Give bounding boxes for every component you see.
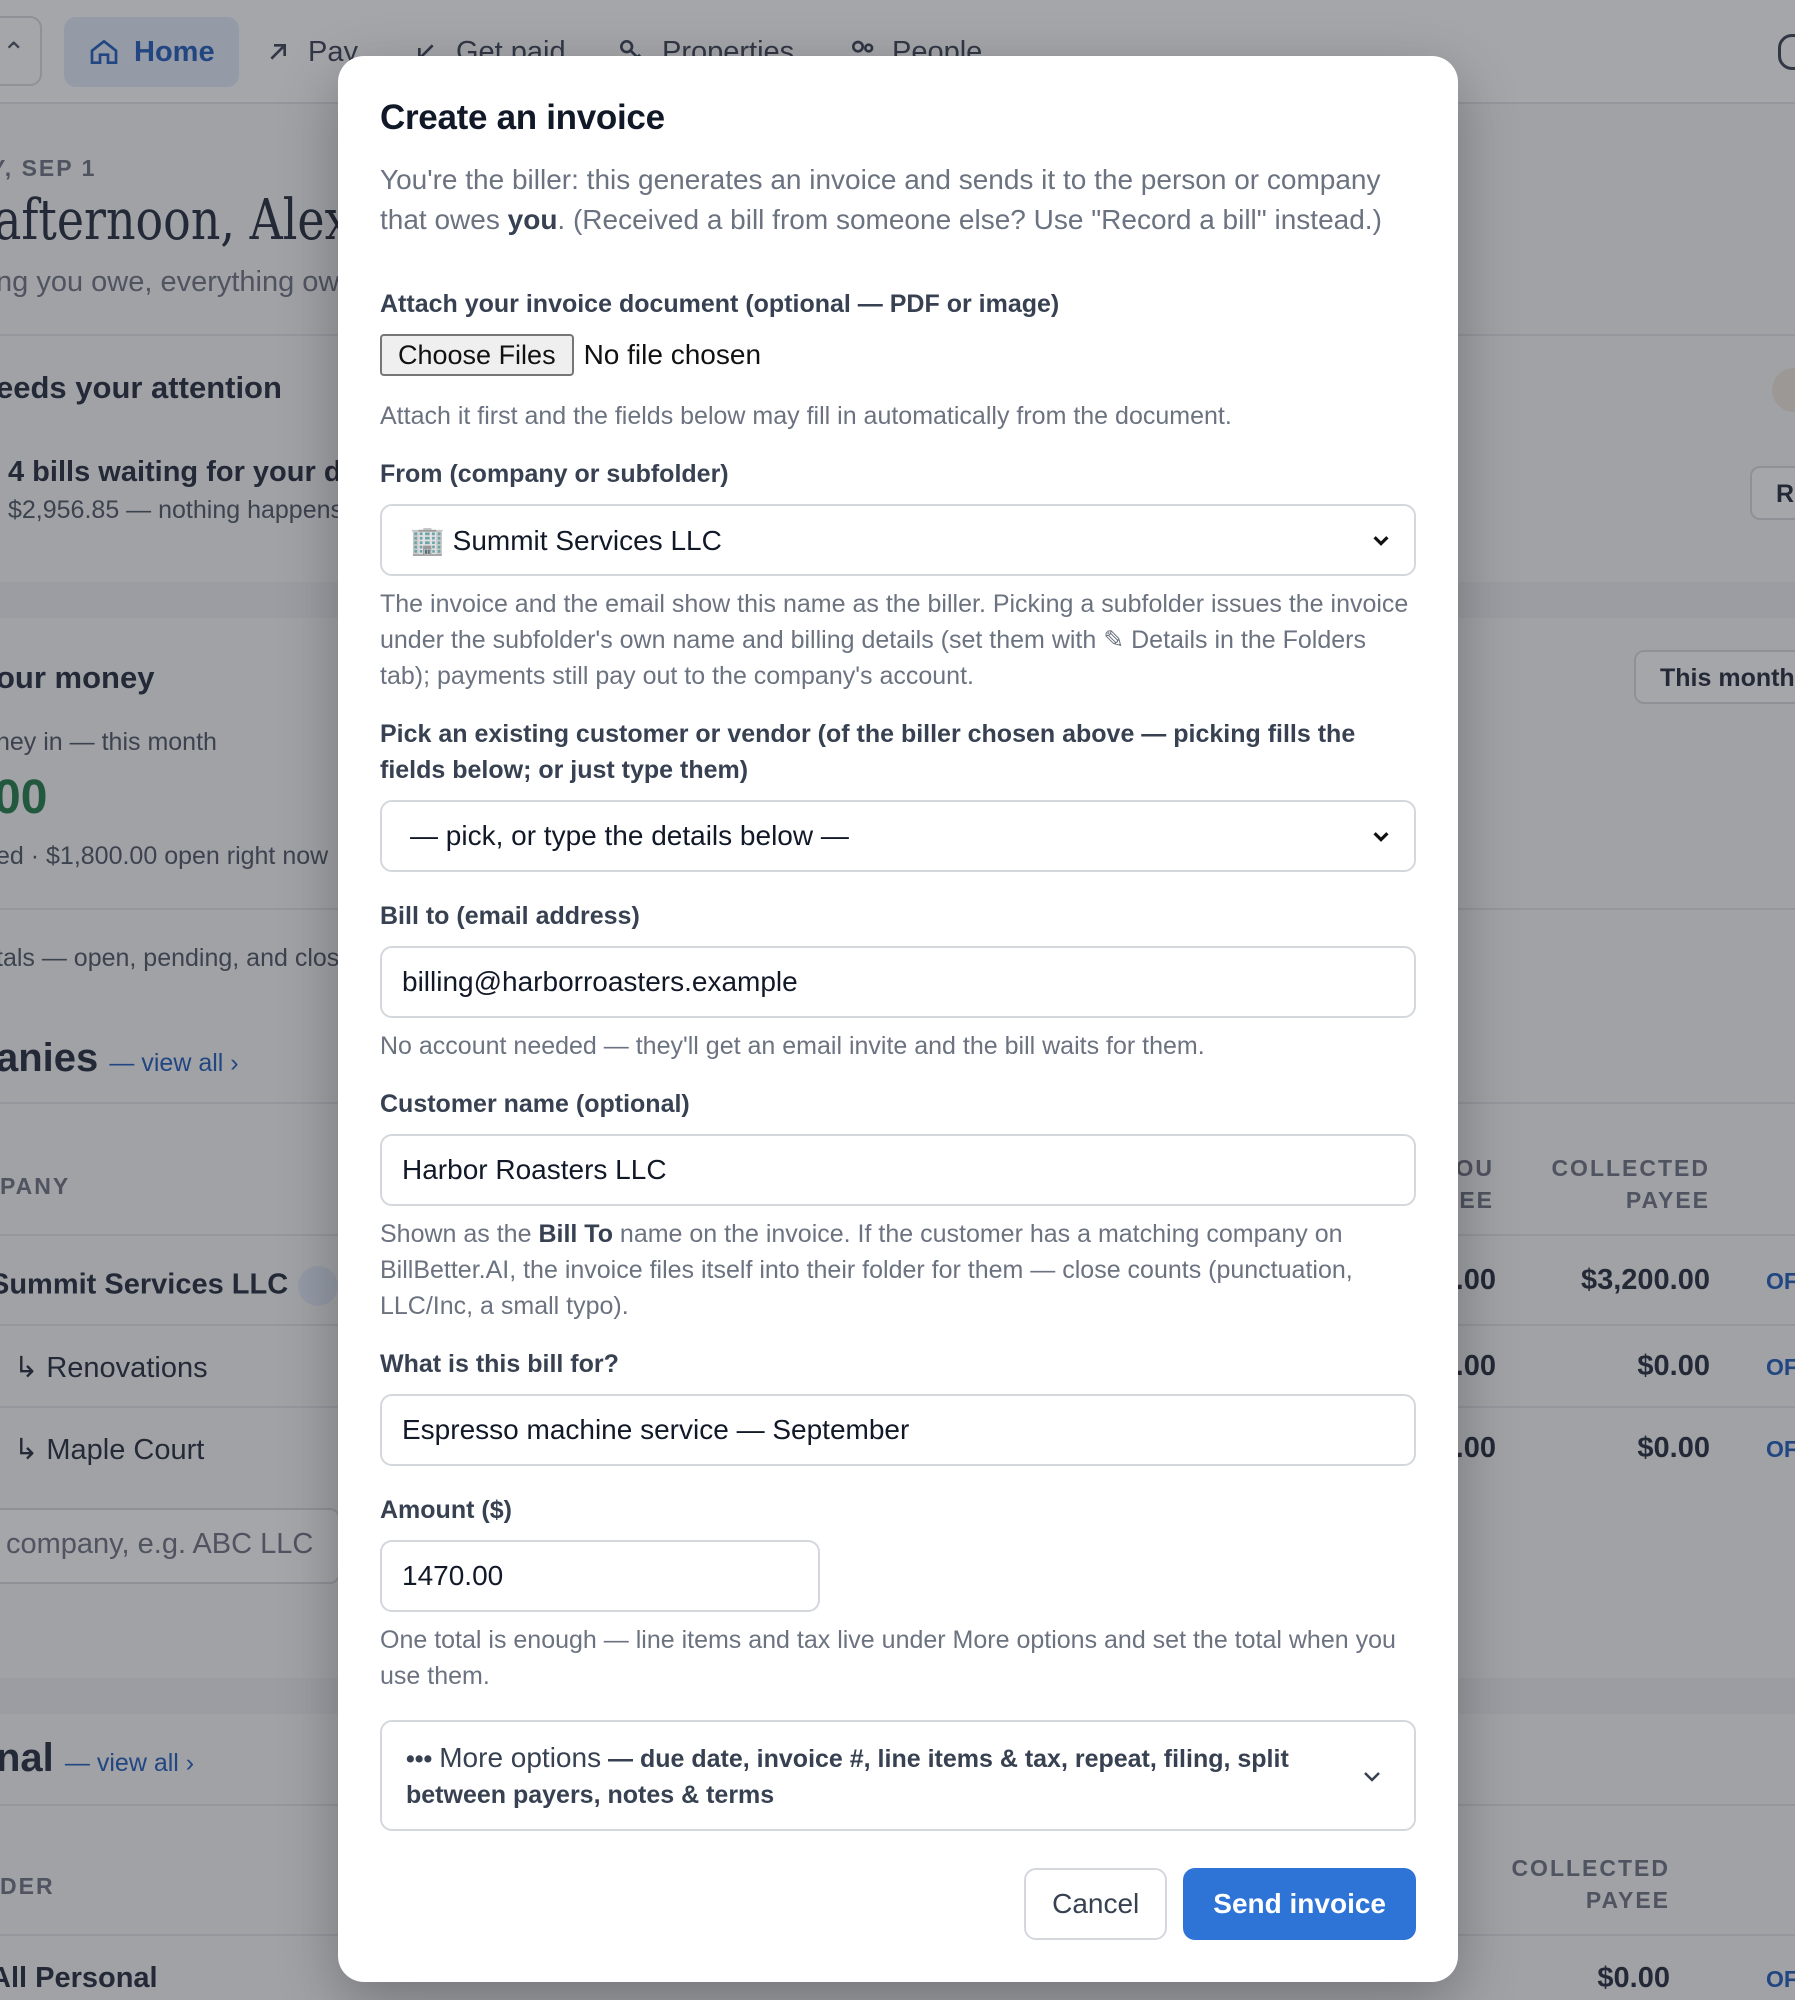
file-input[interactable]: Choose Files No file chosen [380,334,1416,376]
chevron-down-icon [1364,1772,1380,1782]
cancel-button[interactable]: Cancel [1024,1868,1168,1940]
from-label: From (company or subfolder) [380,460,729,488]
more-options-title: More options [439,1742,602,1773]
amount-label: Amount ($) [380,1496,512,1524]
from-select-value: 🏢 Summit Services LLC [410,524,722,556]
customer-help-text: Shown as the [380,1220,539,1248]
customer-name-label: Customer name (optional) [380,1090,690,1118]
pick-customer-label: Pick an existing customer or vendor (of … [380,720,1356,784]
more-options-toggle[interactable]: ••• More options — due date, invoice #, … [380,1720,1416,1831]
attach-help: Attach it first and the fields below may… [380,402,1232,430]
customer-name-help: Shown as the Bill To name on the invoice… [380,1216,1416,1324]
dialog-title: Create an invoice [380,98,665,137]
bill-to-email-input[interactable]: billing@harborroasters.example [380,946,1416,1018]
customer-name-input[interactable]: Harbor Roasters LLC [380,1134,1416,1206]
from-select[interactable]: 🏢 Summit Services LLC [380,504,1416,576]
attach-label: Attach your invoice document (optional —… [380,290,1060,318]
file-status: No file chosen [583,339,762,370]
ellipsis-icon: ••• [406,1745,433,1773]
send-invoice-button[interactable]: Send invoice [1183,1868,1416,1940]
bill-for-input[interactable]: Espresso machine service — September [380,1394,1416,1466]
chevron-down-icon [1373,536,1389,546]
bill-to-label: Bill to (email address) [380,902,640,930]
amount-help: One total is enough — line items and tax… [380,1626,1396,1690]
intro-emphasis: you [507,204,558,235]
customer-help-emphasis: Bill To [538,1220,613,1248]
from-help: The invoice and the email show this name… [380,590,1409,690]
pick-customer-select-value: — pick, or type the details below — [410,820,849,851]
amount-input[interactable]: 1470.00 [380,1540,820,1612]
bill-for-label: What is this bill for? [380,1350,619,1378]
intro-text-end: . (Received a bill from someone else? Us… [557,204,1382,235]
dialog-intro: You're the biller: this generates an inv… [380,160,1416,240]
pick-customer-select[interactable]: — pick, or type the details below — [380,800,1416,872]
dialog-actions: Cancel Send invoice [1024,1868,1416,1940]
bill-to-help: No account needed — they'll get an email… [380,1032,1205,1060]
create-invoice-dialog: Create an invoice You're the biller: thi… [338,56,1458,1982]
chevron-down-icon [1373,832,1389,842]
choose-files-button[interactable]: Choose Files [380,334,574,376]
